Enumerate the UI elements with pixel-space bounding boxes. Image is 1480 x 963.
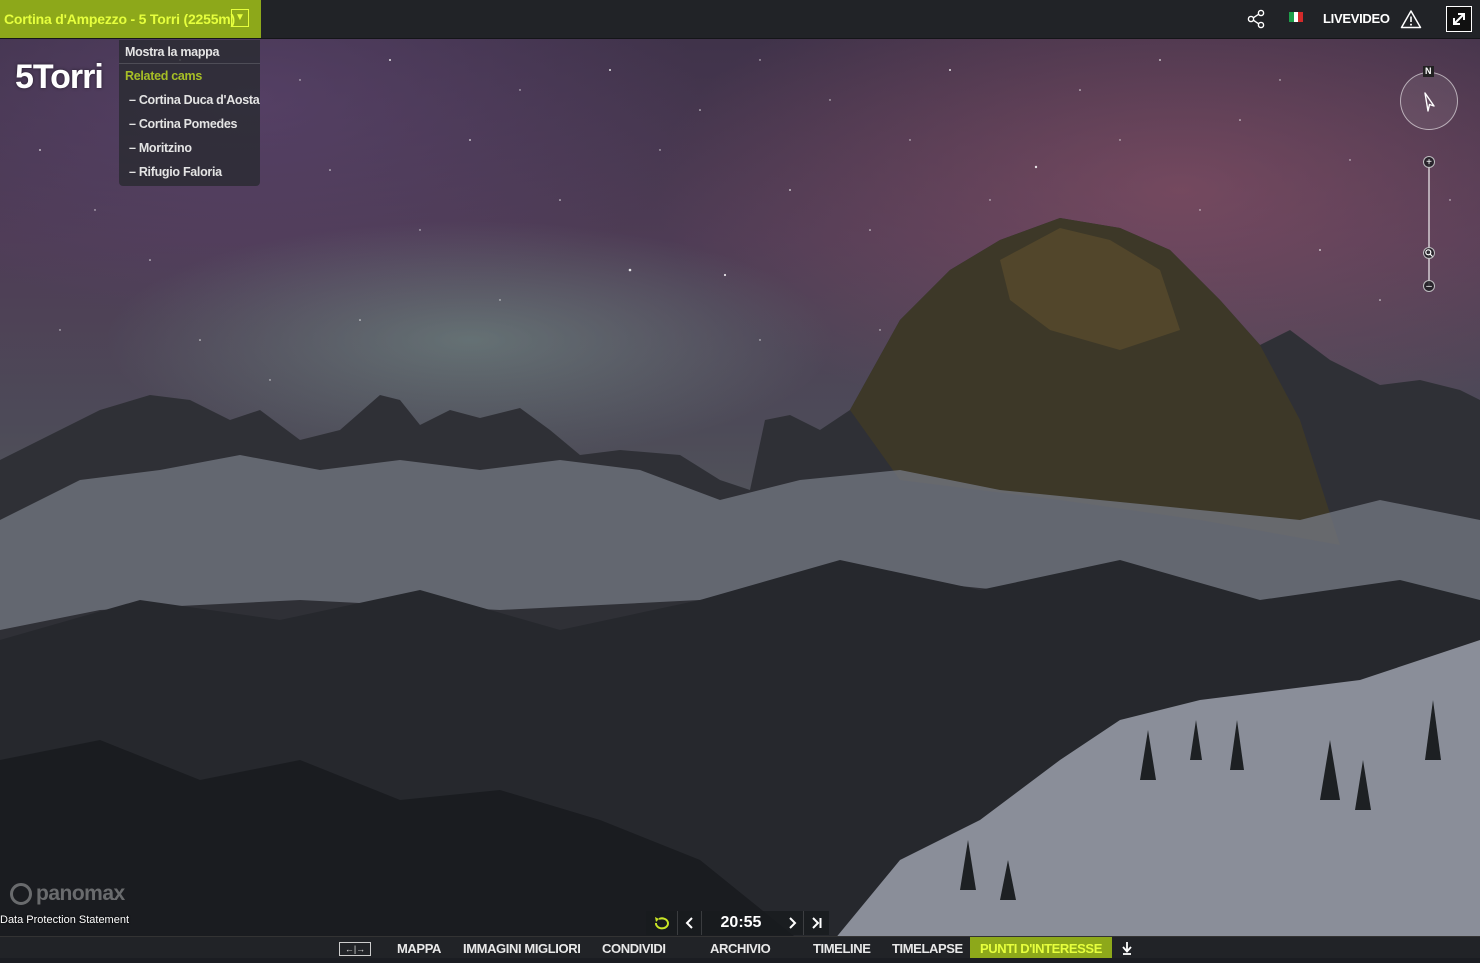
chevron-down-icon[interactable]: ▼: [231, 9, 249, 27]
show-map-link[interactable]: Mostra la mappa: [119, 40, 260, 64]
latest-image-icon[interactable]: [804, 911, 829, 935]
panomax-logo-text: panomax: [36, 882, 125, 905]
bottom-navigation: ←|→ MAPPA IMMAGINI MIGLIORI CONDIVIDI AR…: [0, 936, 1480, 958]
livevideo-link[interactable]: LIVEVIDEO: [1323, 11, 1390, 26]
camera-logo: 5Torri: [15, 58, 104, 96]
expand-arrows-icon[interactable]: ←|→: [339, 942, 371, 956]
nav-item-timeline[interactable]: TIMELINE: [813, 937, 871, 958]
nav-item-timelapse[interactable]: TIMELAPSE: [892, 937, 963, 958]
compass[interactable]: [1400, 72, 1458, 130]
time-controls: 20:55: [646, 911, 829, 935]
related-cam-link[interactable]: – Rifugio Faloria: [119, 160, 260, 184]
zoom-handle-icon[interactable]: [1423, 247, 1435, 259]
time-value: 20:55: [720, 914, 762, 931]
nav-item-punti-d-interesse[interactable]: PUNTI D'INTERESSE: [970, 937, 1112, 958]
nav-item-archivio[interactable]: ARCHIVIO: [710, 937, 771, 958]
related-cam-link[interactable]: – Moritzino: [119, 136, 260, 160]
compass-north-label: N: [1423, 66, 1434, 77]
related-cams-heading: Related cams: [125, 69, 202, 83]
related-cam-link[interactable]: – Cortina Duca d'Aosta: [119, 88, 260, 112]
zoom-slider-track[interactable]: [1428, 162, 1430, 287]
camera-dropdown-menu: Mostra la mappa Related cams – Cortina D…: [119, 40, 260, 186]
zoom-out-icon[interactable]: –: [1423, 280, 1435, 292]
nav-item-condividi[interactable]: CONDIVIDI: [602, 937, 666, 958]
refresh-icon[interactable]: [646, 911, 678, 935]
camera-title[interactable]: Cortina d'Ampezzo - 5 Torri (2255m): [4, 11, 235, 27]
italian-flag-icon[interactable]: [1289, 12, 1304, 22]
nav-item-mappa[interactable]: MAPPA: [397, 937, 441, 958]
related-cam-link[interactable]: – Cortina Pomedes: [119, 112, 260, 136]
nav-item-immagini-migliori[interactable]: IMMAGINI MIGLIORI: [463, 937, 581, 958]
compass-arrow-icon: [1424, 92, 1435, 112]
top-bar: Cortina d'Ampezzo - 5 Torri (2255m) ▼ LI…: [0, 0, 1480, 39]
current-time[interactable]: 20:55: [702, 911, 780, 935]
next-image-icon[interactable]: [780, 911, 804, 935]
panomax-ring-icon: [10, 883, 32, 905]
warning-icon[interactable]: [1400, 9, 1422, 34]
download-icon[interactable]: [1121, 937, 1133, 958]
data-protection-link[interactable]: Data Protection Statement: [0, 914, 129, 926]
zoom-in-icon[interactable]: +: [1423, 156, 1435, 168]
share-icon[interactable]: [1246, 9, 1266, 34]
camera-title-selector[interactable]: Cortina d'Ampezzo - 5 Torri (2255m) ▼: [0, 0, 261, 38]
panomax-logo[interactable]: panomax: [10, 882, 125, 906]
previous-image-icon[interactable]: [678, 911, 702, 935]
fullscreen-icon[interactable]: [1446, 6, 1472, 32]
